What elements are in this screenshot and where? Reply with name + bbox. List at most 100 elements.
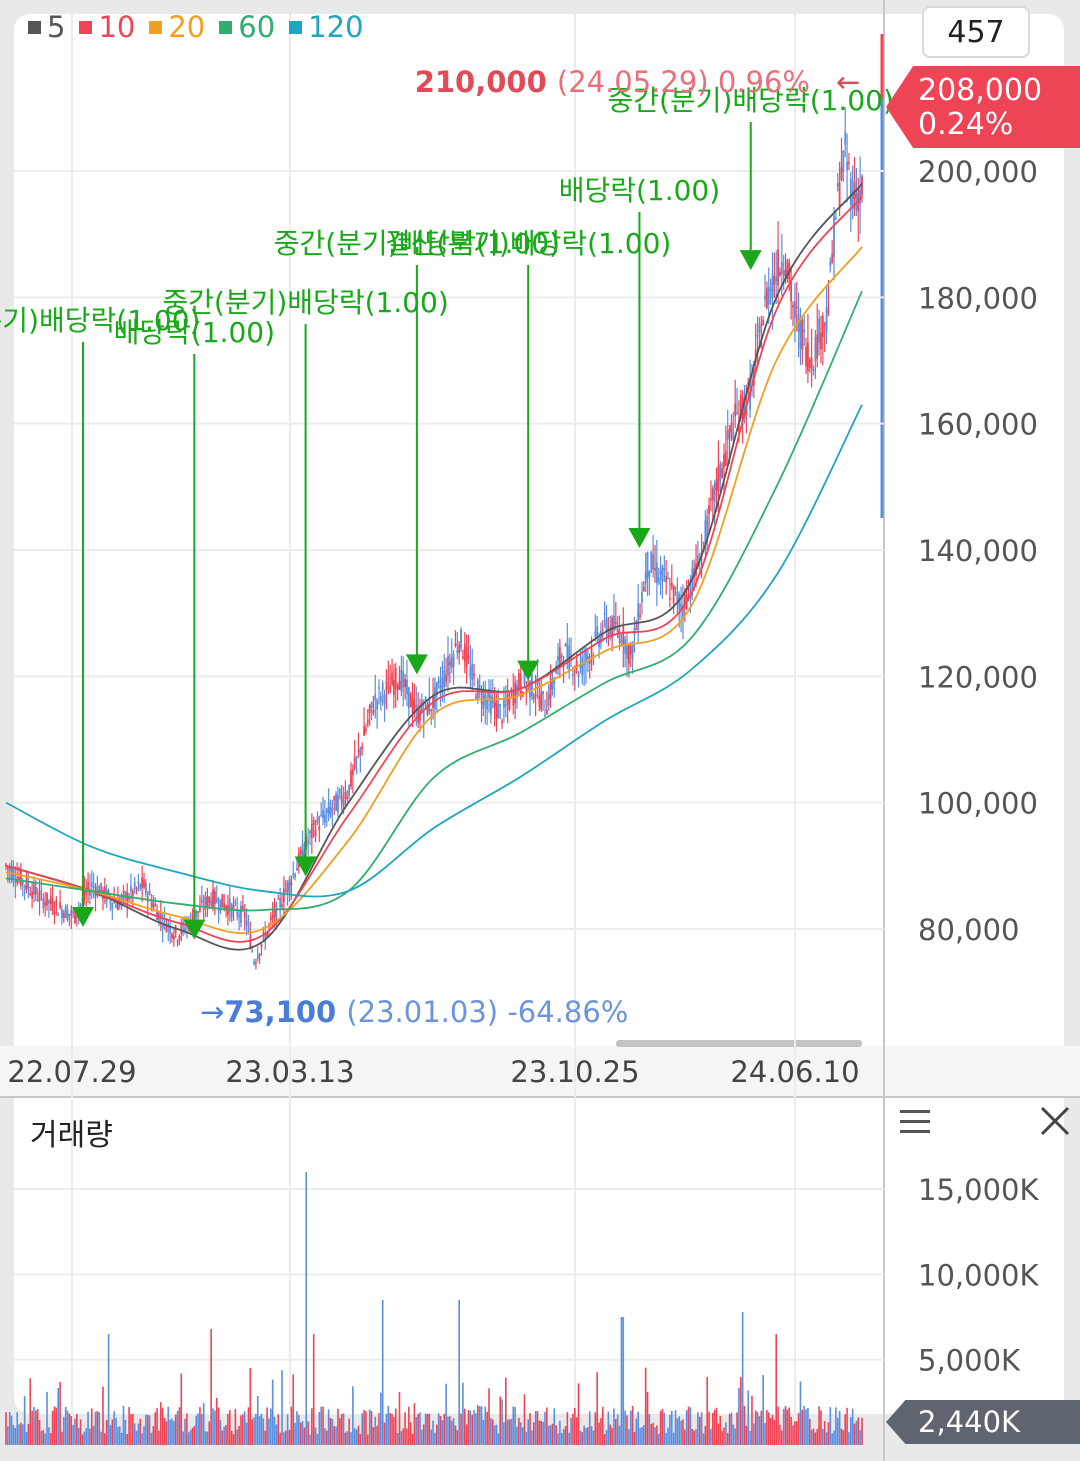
candle-body [141,877,144,888]
candle-body [447,656,449,676]
scrollbar-thumb[interactable] [616,1040,862,1047]
candle-body [642,586,645,592]
volume-bar [536,1411,539,1445]
candle-body [139,884,142,889]
candle-body [648,571,651,577]
candle-body [807,342,809,372]
volume-bar [394,1408,397,1445]
candle-body [18,876,20,880]
candle-body [547,694,550,706]
candle-body [53,911,56,915]
volume-bar [187,1432,190,1445]
volume-bar [361,1413,364,1445]
volume-bar [771,1414,774,1445]
candle-body [372,710,375,714]
volume-bar [506,1419,509,1445]
candle-body [493,702,496,708]
volume-bar [687,1406,690,1445]
candle-body [844,131,847,145]
candle-body [366,719,369,724]
volume-bar [350,1432,352,1445]
candle-body [596,626,599,636]
legend-item-ma20[interactable]: 20 [149,10,205,44]
volume-bar [570,1417,572,1445]
candle-body [465,647,468,668]
event-label: 배당락(1.00) [114,316,275,349]
volume-bar [5,1412,7,1445]
volume-bar [700,1412,703,1445]
candle-body [805,346,807,366]
volume-bar [713,1409,716,1445]
volume-bar [846,1407,848,1445]
volume-bar [551,1423,554,1445]
candle-body [290,882,293,886]
candle-body [614,621,617,625]
period-count-button[interactable]: 457 [922,6,1030,58]
volume-bar [132,1413,134,1445]
candle-body [100,883,103,892]
candle-body [256,955,259,960]
volume-bar [646,1392,649,1445]
legend-item-ma60[interactable]: 60 [219,10,275,44]
candle-body [307,841,310,844]
close-icon[interactable] [1038,1104,1072,1138]
volume-bar [46,1391,48,1445]
volume-bar [598,1422,600,1445]
candle-body [247,924,250,927]
legend-item-ma10[interactable]: 10 [79,10,135,44]
volume-bar [504,1377,507,1445]
volume-bar [518,1417,520,1445]
candle-body [812,369,815,371]
axis-corner [884,1046,1080,1098]
volume-bar [844,1414,847,1445]
volume-bar [210,1329,212,1445]
volume-bar [850,1417,852,1445]
volume-bar [437,1413,440,1445]
volume-bar [807,1408,809,1445]
candle-body [296,868,298,871]
volume-bar [516,1426,518,1445]
volume-bar [754,1410,757,1445]
candle-body [594,631,597,638]
volume-bar [7,1426,9,1445]
volume-bar [739,1376,742,1445]
candle-body [204,897,207,906]
candle-body [8,867,11,871]
candle-body [325,809,328,814]
volume-bar [122,1405,125,1445]
volume-bar [59,1382,61,1445]
volume-bar [829,1407,832,1445]
legend-swatch [28,20,41,34]
volume-bar [523,1394,526,1445]
volume-bar [57,1387,60,1445]
candle-body [407,687,410,709]
volume-bar [562,1429,565,1445]
y-tick-label: 140,000 [918,534,1038,568]
volume-bar [53,1406,56,1445]
volume-bar [258,1416,261,1445]
menu-icon[interactable] [900,1110,930,1136]
volume-bar [441,1420,444,1445]
candle-body [46,892,48,906]
price-chart[interactable]: (분기)배당락(1.00)배당락(1.00)중간(분기)배당락(1.00)중간(… [0,0,1080,1461]
candle-body [726,430,729,441]
candle-body [144,882,147,894]
candle-body [734,403,737,417]
volume-bar [706,1377,709,1445]
legend-item-ma5[interactable]: 5 [28,10,65,44]
candle-body [590,648,593,654]
volume-bar [337,1408,339,1445]
volume-bar [201,1413,203,1445]
candle-body [391,672,393,685]
candle-body [292,873,295,875]
volume-bar [21,1424,24,1445]
volume-bar [851,1408,854,1445]
volume-bar [818,1406,820,1445]
volume-bar [680,1420,682,1445]
candle-body [322,810,324,818]
legend-item-ma120[interactable]: 120 [289,10,364,44]
volume-bar [855,1420,858,1445]
volume-bar [691,1429,694,1445]
candle-body [275,902,278,921]
candle-body [820,332,822,350]
